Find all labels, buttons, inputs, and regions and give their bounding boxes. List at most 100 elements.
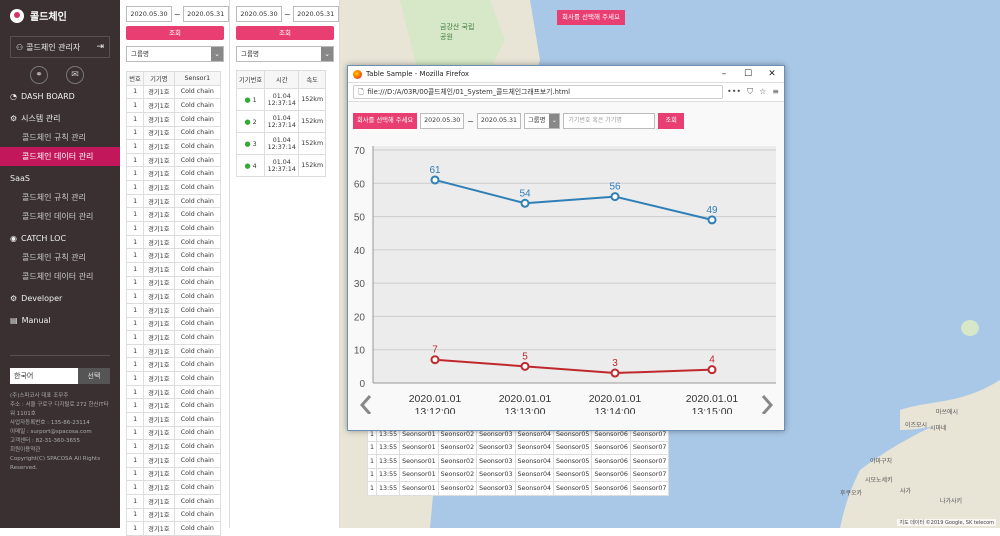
table-row[interactable]: 1 경기1호 Cold chain — [125, 221, 222, 236]
date-to-input[interactable]: 2020.05.31 — [292, 6, 339, 22]
sidebar-item[interactable]: 콜드체인 데이터 관리 — [0, 147, 120, 166]
link-icon[interactable]: ⚭ — [30, 66, 48, 84]
date-from-input[interactable]: 2020.05.30 — [236, 6, 282, 22]
table-row[interactable]: 1 경기1호 Cold chain — [125, 289, 222, 304]
table-row[interactable]: 1 경기1호 Cold chain — [125, 139, 222, 154]
table-row[interactable]: 1 경기1호 Cold chain — [125, 275, 222, 291]
table-row[interactable]: 1 경기1호 Cold chain — [125, 316, 222, 332]
sidebar-item[interactable]: ⚙ 시스템 관리 — [0, 110, 120, 128]
pocket-icon[interactable]: ⛉ — [747, 87, 753, 97]
close-icon[interactable]: ✕ — [760, 69, 784, 79]
table-row[interactable]: 1 경기1호 Cold chain — [125, 439, 222, 454]
x-tick-label: 13:15:00 — [692, 406, 733, 414]
table-cell: Cold chain — [173, 193, 222, 209]
group-select[interactable]: 그룹명 ⌄ — [236, 46, 334, 62]
table-row[interactable]: 1 경기1호 Cold chain — [125, 234, 222, 250]
minimize-icon[interactable]: – — [712, 69, 736, 79]
table-row[interactable]: ● 2 01.04 12:37:14 152km — [235, 110, 326, 133]
table-row[interactable]: 1 경기1호 Cold chain — [125, 357, 222, 373]
table-row[interactable]: ● 1 01.04 12:37:14 152km — [235, 88, 326, 111]
chevron-down-icon: ⌄ — [211, 47, 223, 61]
sidebar-item[interactable]: 콜드체인 규칙 관리 — [0, 128, 120, 147]
table-row[interactable]: 1 경기1호 Cold chain — [125, 452, 222, 468]
sidebar-item[interactable]: 콜드체인 규칙 관리 — [0, 248, 120, 267]
date-from-input[interactable]: 2020.05.30 — [126, 6, 172, 22]
more-icon[interactable]: ••• — [727, 87, 741, 97]
table-row[interactable]: 1 경기1호 Cold chain — [125, 507, 222, 523]
table-cell: 13:55 — [376, 481, 401, 496]
data-point — [430, 355, 440, 365]
table-cell: Seonsor07 — [629, 481, 670, 496]
next-arrow-icon[interactable] — [761, 395, 774, 414]
date-to-input[interactable]: 2020.05.31 — [476, 113, 521, 129]
table-cell: Seonsor05 — [552, 467, 593, 482]
table-row[interactable]: 1 경기1호 Cold chain — [125, 480, 222, 495]
table-row[interactable]: 1 경기1호 Cold chain — [125, 261, 222, 277]
table-row[interactable]: 1 경기1호 Cold chain — [125, 166, 222, 182]
table-row[interactable]: 1 경기1호 Cold chain — [125, 302, 222, 318]
sidebar-item[interactable]: ⚙ Developer — [0, 290, 120, 308]
sidebar-item[interactable]: ◉ CATCH LOC — [0, 230, 120, 248]
table-row[interactable]: 1 경기1호 Cold chain — [125, 521, 222, 536]
date-from-input[interactable]: 2020.05.30 — [420, 113, 465, 129]
table-row[interactable]: ● 4 01.04 12:37:14 152km — [235, 154, 326, 177]
table-row[interactable]: 1 경기1호 Cold chain — [125, 180, 222, 195]
url-field[interactable]: 🗋 file:///D:/A/03R/00콜드체인/01_System_콜드체인… — [353, 85, 723, 99]
table-row[interactable]: 1 경기1호 Cold chain — [125, 125, 222, 141]
data-label: 54 — [519, 188, 531, 199]
group-select[interactable]: 그룹명 ⌄ — [523, 113, 561, 129]
logout-icon[interactable]: ⇥ — [96, 42, 104, 52]
table-row[interactable]: 1 경기1호 Cold chain — [125, 248, 222, 263]
table-row[interactable]: 1 경기1호 Cold chain — [125, 466, 222, 482]
table-row[interactable]: 1 경기1호 Cold chain — [125, 152, 222, 168]
sidebar-item[interactable]: 콜드체인 데이터 관리 — [0, 267, 120, 286]
sidebar-item[interactable]: 콜드체인 규칙 관리 — [0, 188, 120, 207]
device-search-input[interactable]: 기기번호 혹은 기기명 — [563, 113, 656, 129]
table-row[interactable]: 1 경기1호 Cold chain — [125, 207, 222, 223]
table-row[interactable]: 1 경기1호 Cold chain — [125, 98, 222, 113]
data-point — [707, 215, 717, 225]
table-row[interactable]: 1 경기1호 Cold chain — [125, 412, 222, 427]
brand-logo[interactable]: 콜드체인 — [10, 8, 67, 23]
sidebar-item[interactable]: SaaS — [0, 170, 120, 188]
table-row[interactable]: 1 경기1호 Cold chain — [125, 330, 222, 345]
table-row[interactable]: 1 경기1호 Cold chain — [125, 84, 222, 100]
select-company-button[interactable]: 회사를 선택해 주세요 — [353, 113, 418, 129]
prev-arrow-icon[interactable] — [359, 395, 372, 414]
bookmark-star-icon[interactable]: ☆ — [759, 87, 766, 97]
table-row[interactable]: 113:55Seonsor01Seonsor02Seonsor03Seonsor… — [366, 481, 670, 496]
table-row[interactable]: 113:55Seonsor01Seonsor02Seonsor03Seonsor… — [366, 454, 670, 469]
table-row[interactable]: 1 경기1호 Cold chain — [125, 425, 222, 441]
sidebar-item[interactable]: ◔ DASH BOARD — [0, 88, 120, 106]
column-header: 속도 — [298, 70, 326, 89]
table-row[interactable]: 1 경기1호 Cold chain — [125, 384, 222, 400]
data-label: 61 — [429, 165, 441, 176]
hamburger-menu-icon[interactable]: ≡ — [772, 87, 779, 97]
search-button[interactable]: 조회 — [236, 26, 334, 40]
language-select-button[interactable]: 선택 — [78, 368, 110, 384]
company-info-line[interactable]: 회원이용약관 — [10, 446, 110, 455]
table-row[interactable]: 1 경기1호 Cold chain — [125, 493, 222, 509]
table-row[interactable]: ● 3 01.04 12:37:14 152km — [235, 132, 326, 155]
table-row[interactable]: 1 경기1호 Cold chain — [125, 111, 222, 127]
table-row[interactable]: 113:55Seonsor01Seonsor02Seonsor03Seonsor… — [366, 467, 670, 482]
table-row[interactable]: 1 경기1호 Cold chain — [125, 371, 222, 386]
select-company-button[interactable]: 회사를 선택해 주세요 — [557, 10, 625, 25]
search-button[interactable]: 조회 — [126, 26, 224, 40]
table-cell: Cold chain — [173, 289, 222, 304]
language-input[interactable]: 한국어 — [10, 368, 78, 384]
table-row[interactable]: 113:55Seonsor01Seonsor02Seonsor03Seonsor… — [366, 440, 670, 455]
date-to-input[interactable]: 2020.05.31 — [182, 6, 229, 22]
group-select[interactable]: 그룹명 ⌄ — [126, 46, 224, 62]
maximize-icon[interactable]: ☐ — [736, 69, 760, 79]
date-text: 01.04 — [272, 158, 291, 166]
table-cell: Cold chain — [173, 343, 222, 359]
column-header: 기기명 — [143, 71, 175, 86]
sidebar-item[interactable]: 콜드체인 데이터 관리 — [0, 207, 120, 226]
search-button[interactable]: 조회 — [658, 113, 684, 129]
table-row[interactable]: 1 경기1호 Cold chain — [125, 343, 222, 359]
table-row[interactable]: 1 경기1호 Cold chain — [125, 193, 222, 209]
chat-icon[interactable]: ✉ — [66, 66, 84, 84]
table-row[interactable]: 1 경기1호 Cold chain — [125, 398, 222, 414]
sidebar-item[interactable]: ▤ Manual — [0, 312, 120, 330]
